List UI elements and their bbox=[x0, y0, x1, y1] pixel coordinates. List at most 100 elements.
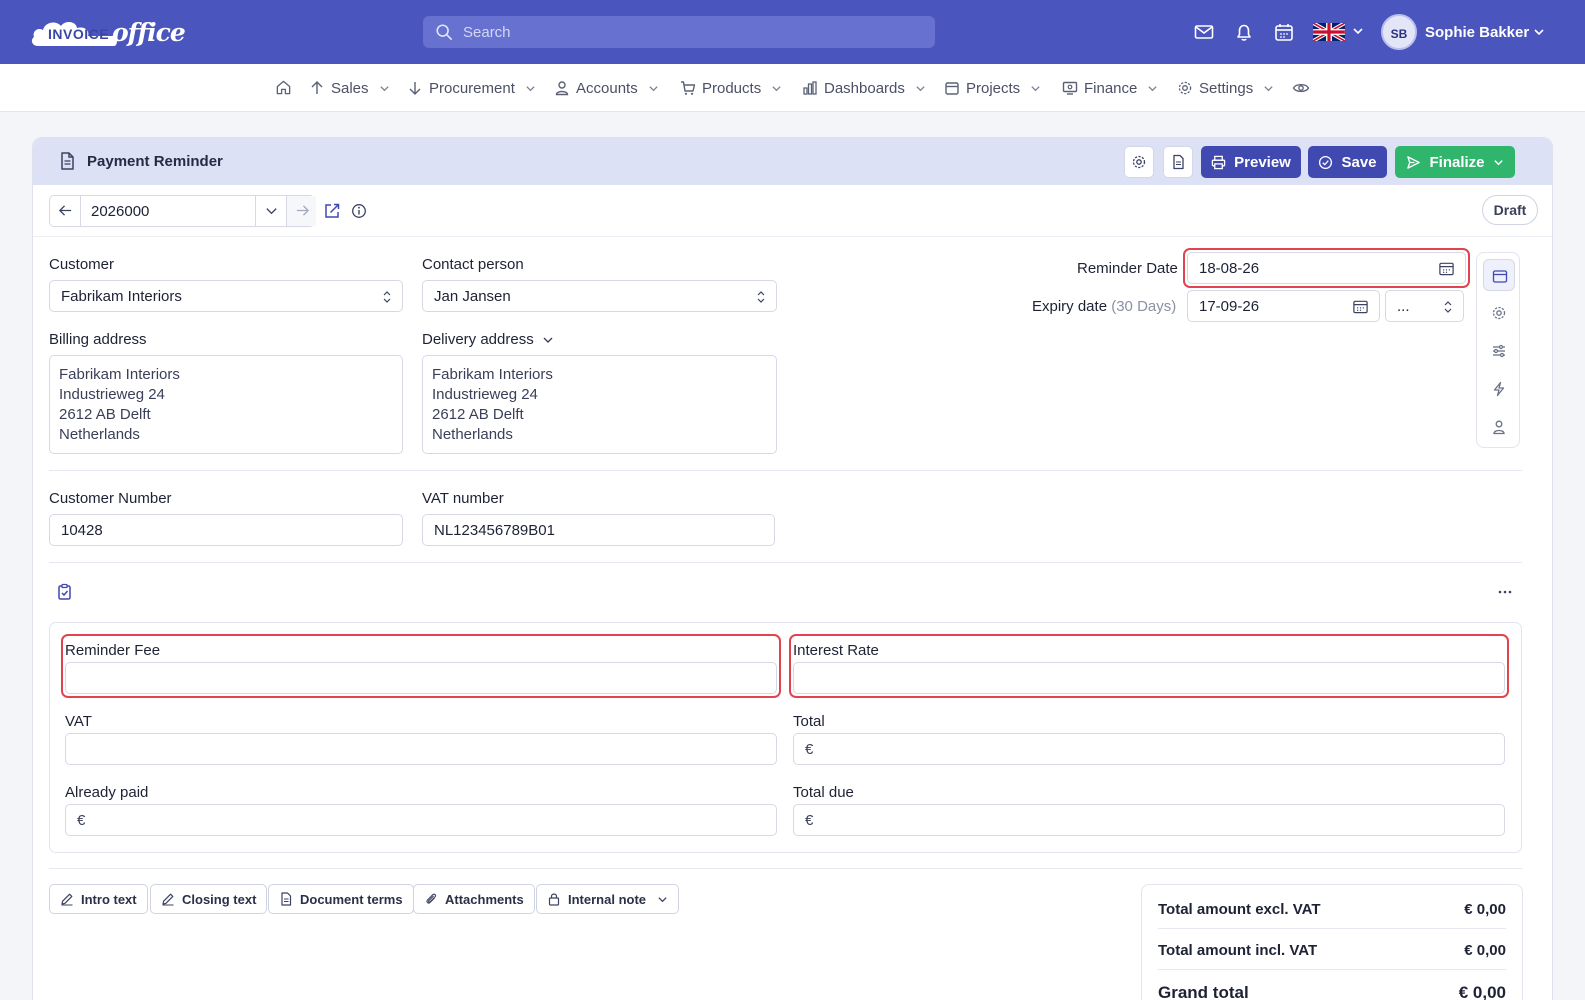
nav-settings[interactable]: Settings bbox=[1177, 78, 1274, 98]
delivery-address-toggle[interactable]: Delivery address bbox=[422, 331, 554, 348]
nav-projects-label: Projects bbox=[966, 79, 1021, 97]
billing-line: 2612 AB Delft bbox=[59, 406, 151, 423]
chevron-down-icon bbox=[1493, 159, 1503, 165]
language-chevron-down-icon[interactable] bbox=[1352, 25, 1364, 37]
document-icon bbox=[61, 152, 74, 170]
home-icon[interactable] bbox=[275, 79, 292, 96]
intro-text-button[interactable]: Intro text bbox=[49, 884, 148, 914]
calendar-icon[interactable] bbox=[1273, 21, 1295, 43]
finalize-button[interactable]: Finalize bbox=[1395, 146, 1515, 178]
chevron-down-icon bbox=[1031, 85, 1040, 91]
clipboard-check-icon[interactable] bbox=[55, 582, 75, 602]
uk-flag-icon[interactable] bbox=[1313, 23, 1345, 41]
next-document-button[interactable] bbox=[286, 196, 316, 226]
expiry-date-input[interactable]: 17-09-26 bbox=[1187, 290, 1380, 322]
automation-tool-button[interactable] bbox=[1487, 377, 1511, 401]
vat-input[interactable] bbox=[65, 733, 777, 765]
delivery-line: Netherlands bbox=[432, 426, 513, 443]
total-input[interactable]: € bbox=[793, 733, 1505, 765]
nav-dashboards[interactable]: Dashboards bbox=[802, 78, 926, 98]
chevron-down-icon bbox=[1148, 85, 1157, 91]
nav-accounts[interactable]: Accounts bbox=[554, 78, 659, 98]
customer-number-input[interactable]: 10428 bbox=[49, 514, 403, 546]
summary-row-grand-total: Grand total € 0,00 bbox=[1158, 971, 1506, 1000]
status-badge[interactable]: Draft bbox=[1482, 195, 1538, 225]
nav-products[interactable]: Products bbox=[680, 78, 782, 98]
nav-finance[interactable]: Finance bbox=[1062, 78, 1158, 98]
pdf-button[interactable] bbox=[1163, 146, 1193, 178]
document-number-input[interactable]: 2026000 bbox=[81, 196, 255, 226]
delivery-line: Fabrikam Interiors bbox=[432, 366, 553, 383]
document-terms-label: Document terms bbox=[300, 891, 403, 907]
nav-accounts-label: Accounts bbox=[576, 79, 638, 97]
calendar-icon bbox=[945, 82, 959, 95]
check-circle-icon bbox=[1319, 155, 1333, 169]
customer-select[interactable]: Fabrikam Interiors bbox=[49, 280, 403, 312]
calendar-icon[interactable] bbox=[1352, 298, 1369, 315]
settings-tool-button[interactable] bbox=[1487, 301, 1511, 325]
interest-rate-input[interactable] bbox=[793, 662, 1505, 694]
save-label: Save bbox=[1341, 153, 1377, 171]
attachments-button[interactable]: Attachments bbox=[413, 884, 535, 914]
filters-tool-button[interactable] bbox=[1487, 339, 1511, 363]
logo-office-text: office bbox=[112, 18, 186, 47]
more-horizontal-icon[interactable] bbox=[1497, 584, 1513, 600]
nav-sales[interactable]: Sales bbox=[309, 78, 390, 98]
avatar: SB bbox=[1381, 14, 1417, 50]
attachments-label: Attachments bbox=[445, 891, 524, 907]
contact-tool-button[interactable] bbox=[1487, 415, 1511, 439]
nav-projects[interactable]: Projects bbox=[944, 78, 1041, 98]
cart-icon bbox=[681, 81, 696, 95]
total-due-input[interactable]: € bbox=[793, 804, 1505, 836]
info-icon[interactable] bbox=[350, 202, 368, 220]
preview-button[interactable]: Preview bbox=[1201, 146, 1301, 178]
bell-icon[interactable] bbox=[1233, 21, 1255, 43]
finalize-label: Finalize bbox=[1429, 153, 1485, 171]
reminder-fee-input[interactable] bbox=[65, 662, 777, 694]
closing-text-button[interactable]: Closing text bbox=[150, 884, 268, 914]
document-settings-button[interactable] bbox=[1124, 146, 1154, 178]
calendar-icon[interactable] bbox=[1438, 260, 1455, 277]
search-icon bbox=[436, 24, 453, 41]
printer-icon bbox=[1211, 155, 1226, 169]
contact-person-select[interactable]: Jan Jansen bbox=[422, 280, 777, 312]
already-paid-input[interactable]: € bbox=[65, 804, 777, 836]
nav-settings-label: Settings bbox=[1199, 79, 1254, 97]
select-updown-icon bbox=[1444, 301, 1452, 313]
reminder-fee-label: Reminder Fee bbox=[65, 642, 161, 659]
reminder-date-input[interactable]: 18-08-26 bbox=[1187, 252, 1466, 284]
gear-icon bbox=[1178, 81, 1192, 95]
total-label: Total bbox=[793, 713, 825, 730]
dates-tool-button[interactable] bbox=[1483, 259, 1515, 291]
send-icon bbox=[1407, 155, 1421, 169]
chevron-down-icon bbox=[543, 337, 553, 343]
save-button[interactable]: Save bbox=[1308, 146, 1387, 178]
previous-document-button[interactable] bbox=[50, 196, 81, 226]
arrow-up-icon bbox=[311, 81, 323, 94]
delivery-address-box[interactable]: Fabrikam Interiors Industrieweg 24 2612 … bbox=[422, 355, 777, 454]
billing-line: Netherlands bbox=[59, 426, 140, 443]
internal-note-label: Internal note bbox=[568, 891, 647, 907]
billing-address-box[interactable]: Fabrikam Interiors Industrieweg 24 2612 … bbox=[49, 355, 403, 454]
file-icon bbox=[281, 892, 292, 906]
document-number-dropdown[interactable] bbox=[255, 196, 286, 226]
mail-icon[interactable] bbox=[1193, 21, 1215, 43]
sliders-icon bbox=[1493, 344, 1505, 358]
invoiceoffice-logo[interactable]: INVOICE office bbox=[30, 14, 186, 50]
arrow-down-icon bbox=[409, 82, 421, 95]
page-title: Payment Reminder bbox=[87, 153, 223, 170]
expiry-days-hint: (30 Days) bbox=[1111, 298, 1177, 315]
nav-procurement[interactable]: Procurement bbox=[407, 78, 536, 98]
currency-symbol: € bbox=[77, 812, 86, 829]
user-menu[interactable]: SB Sophie Bakker bbox=[1381, 14, 1571, 50]
external-edit-icon[interactable] bbox=[323, 202, 341, 220]
total-due-label: Total due bbox=[793, 784, 854, 801]
eye-icon[interactable] bbox=[1292, 79, 1310, 97]
document-terms-button[interactable]: Document terms bbox=[268, 884, 414, 914]
search-bar[interactable]: Search bbox=[423, 16, 935, 48]
internal-note-button[interactable]: Internal note bbox=[536, 884, 680, 914]
billing-line: Industrieweg 24 bbox=[59, 386, 165, 403]
vat-number-input[interactable]: NL123456789B01 bbox=[422, 514, 775, 546]
expiry-term-select[interactable]: ... bbox=[1385, 290, 1464, 322]
vat-number-label: VAT number bbox=[422, 490, 504, 507]
